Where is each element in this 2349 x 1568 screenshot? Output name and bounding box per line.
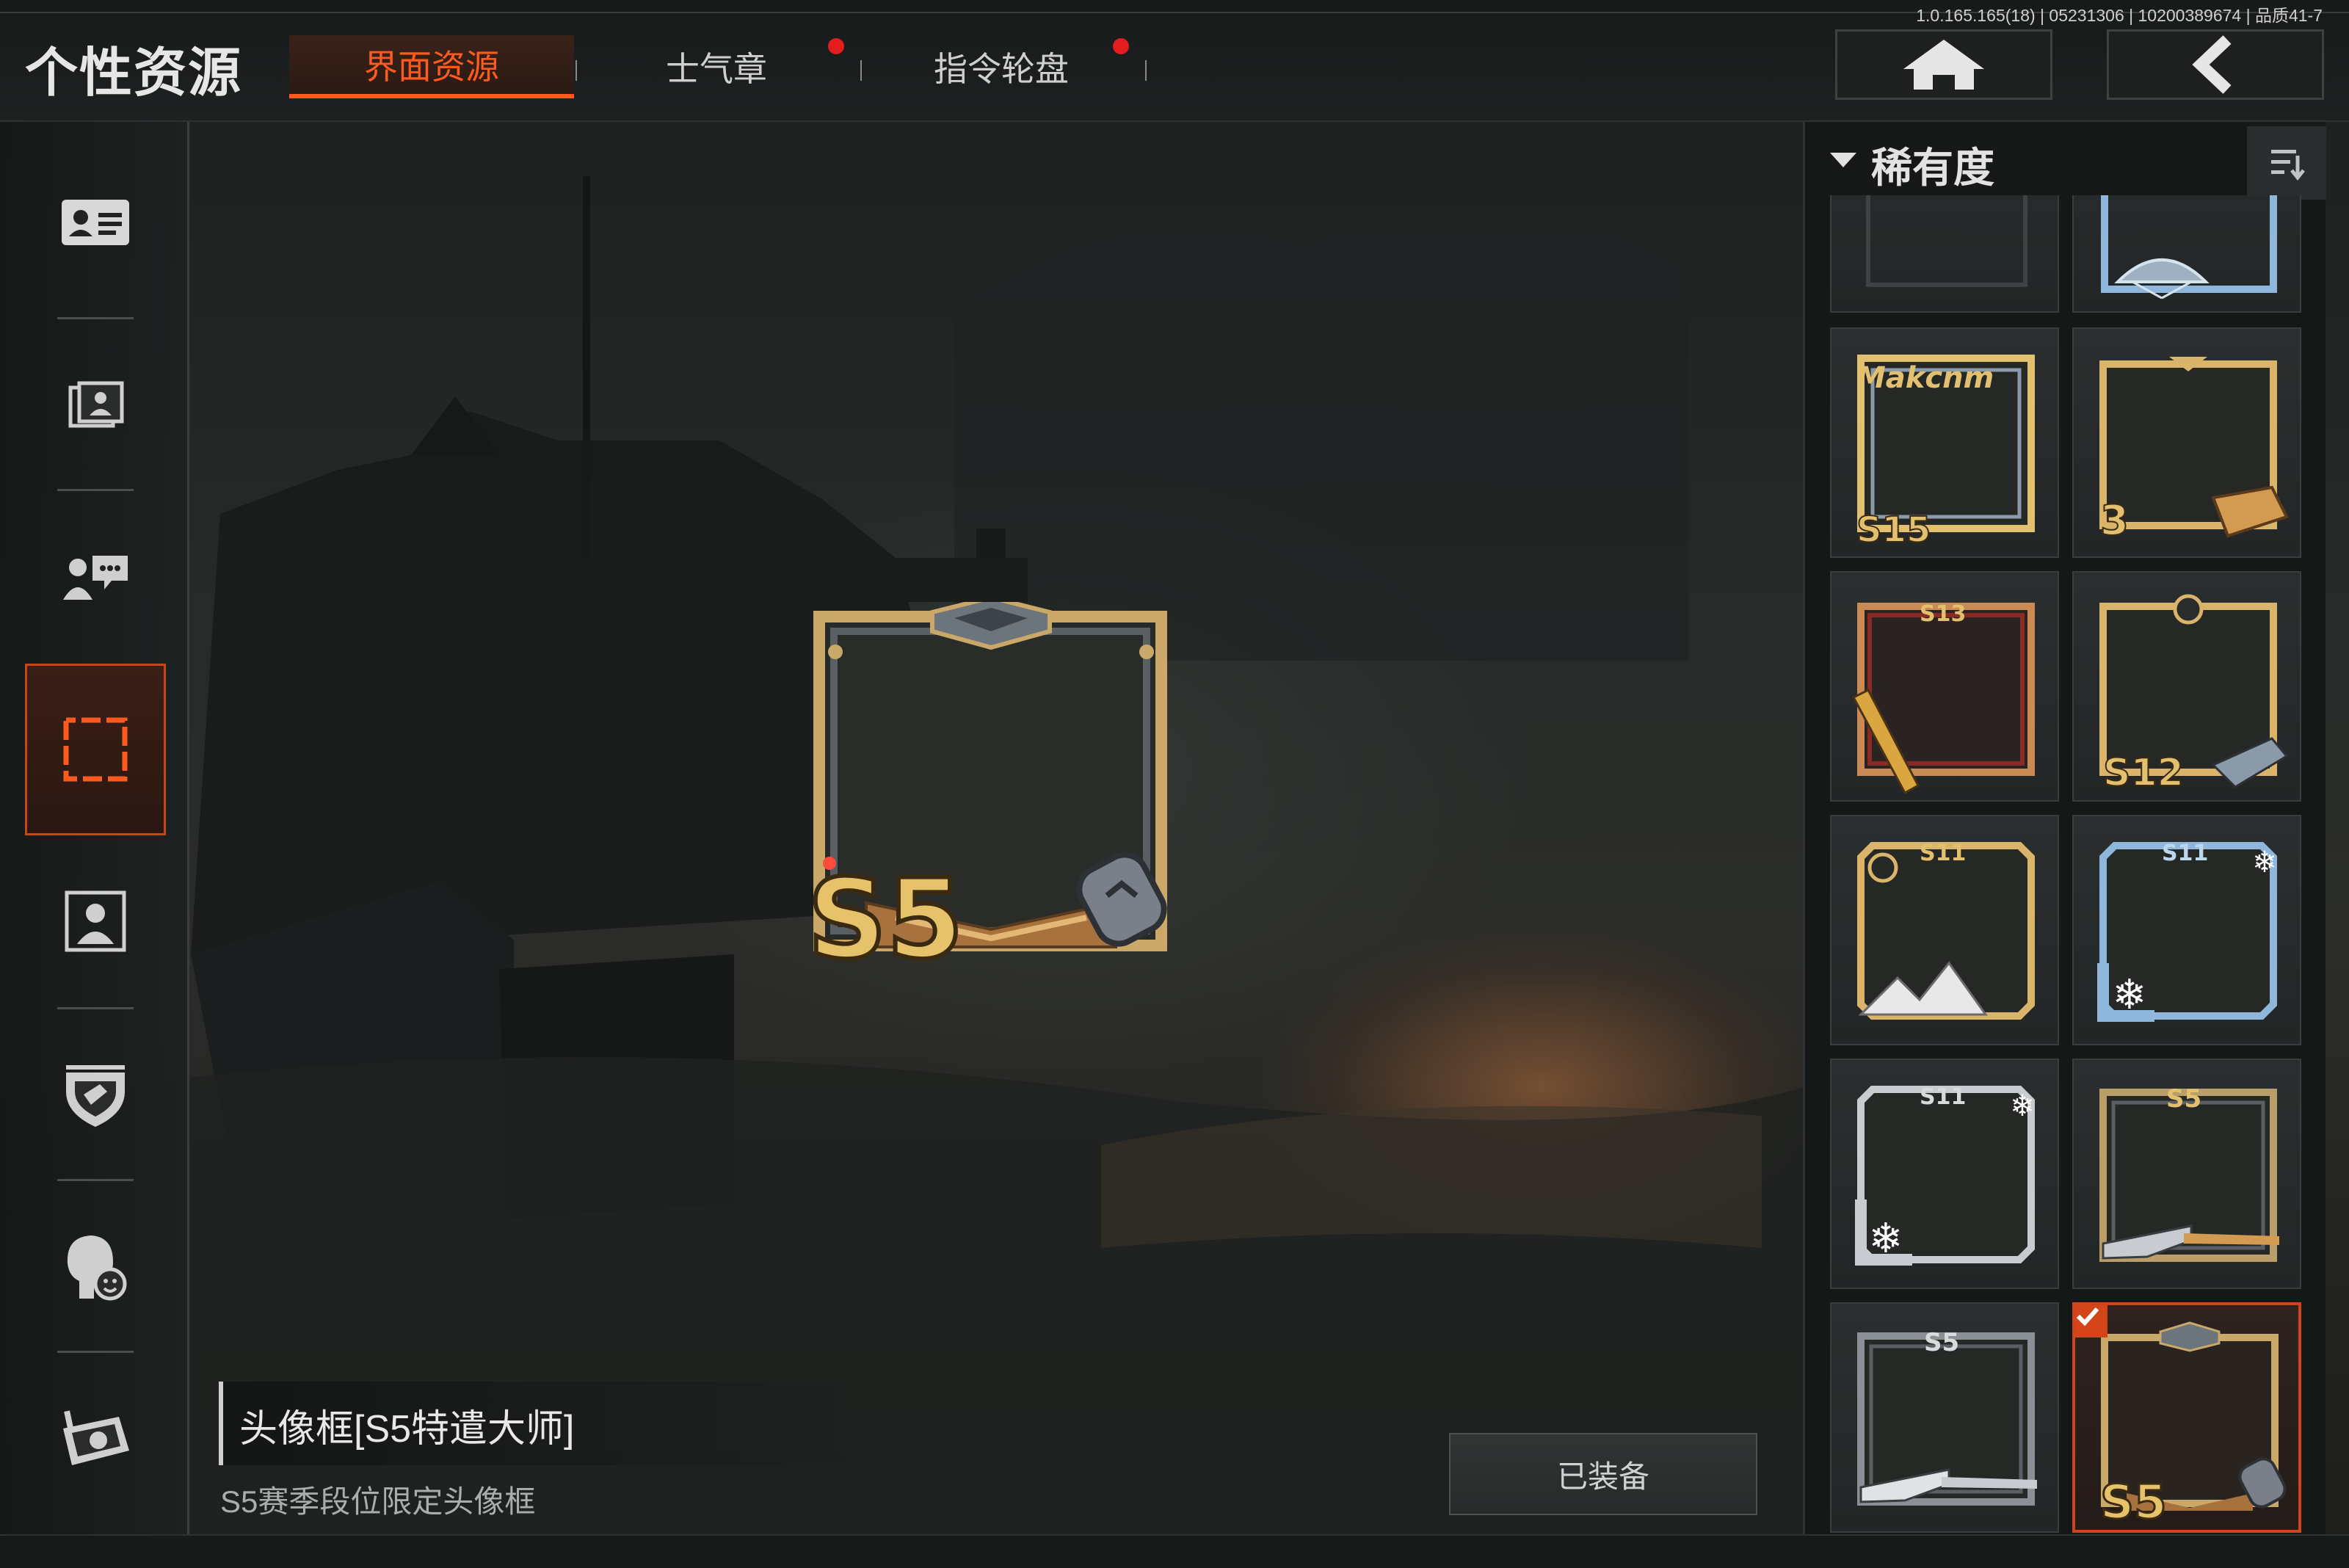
- s5-gold-frame-art: S5: [2099, 1084, 2279, 1262]
- grid-item-s5-silver[interactable]: S5: [1830, 1302, 2059, 1533]
- radio-device-icon: [63, 1410, 129, 1465]
- tab-morale-badge[interactable]: 士气章: [574, 35, 862, 98]
- rarity-filter-label[interactable]: 稀有度: [1871, 135, 1994, 195]
- sidebar-item-radio[interactable]: [25, 1354, 166, 1525]
- sidebar-item-avatar-frame[interactable]: [25, 664, 166, 835]
- sidebar-item-portrait[interactable]: [25, 835, 166, 1007]
- sidebar-separator: [57, 317, 134, 319]
- tab-label: 士气章: [666, 50, 767, 88]
- sidebar-separator: [57, 489, 134, 491]
- notification-dot: [828, 38, 844, 54]
- grid-item-s5-gold[interactable]: S5: [2072, 1059, 2301, 1289]
- head-emote-icon: [67, 1235, 127, 1301]
- tab-label: 界面资源: [364, 48, 499, 86]
- snowflake-icon: ❄: [2010, 1089, 2035, 1123]
- s5-master-frame-art: S5: [2099, 1321, 2287, 1531]
- back-button[interactable]: [2107, 29, 2324, 100]
- portrait-icon: [65, 890, 126, 952]
- tab-interface-resources[interactable]: 界面资源: [289, 35, 577, 98]
- grid-item-s5-master[interactable]: S5: [2072, 1302, 2301, 1533]
- s11-silver-frame-art: ❄ ❄ S11: [1855, 1084, 2035, 1266]
- chevron-down-icon[interactable]: [1829, 150, 1858, 170]
- back-arrow-icon: [2192, 35, 2232, 94]
- top-bar: 个性资源 界面资源 士气章 指令轮盘 1.0.165.165(18) | 052…: [0, 0, 2349, 122]
- sort-icon: [2271, 150, 2305, 181]
- home-button[interactable]: [1835, 29, 2052, 100]
- tab-label: 指令轮盘: [934, 50, 1069, 88]
- sidebar-separator: [57, 1179, 134, 1181]
- sidebar-item-photo-card[interactable]: [25, 320, 166, 492]
- s15-frame-art: Makcnm S15: [1856, 355, 2035, 551]
- s5-master-frame-art: S5: [805, 595, 1167, 986]
- snowflake-icon: ❄: [1869, 1215, 1903, 1263]
- sort-button[interactable]: [2247, 126, 2326, 200]
- frame-season-text: S11: [2162, 841, 2208, 866]
- chat-bubble-icon: [63, 556, 128, 600]
- s11-blue-frame-art: ❄ ❄ S11: [2097, 841, 2277, 1022]
- empty-frame-art: [1866, 195, 2027, 287]
- avatar-frame-preview: S5: [805, 595, 1174, 986]
- s5-silver-frame-art: S5: [1857, 1328, 2037, 1506]
- sidebar-item-emote[interactable]: [25, 1182, 166, 1354]
- grid-item-s11-silver[interactable]: ❄ ❄ S11: [1830, 1059, 2059, 1289]
- tab-divider: [1145, 60, 1147, 81]
- avatar-frame-icon: [63, 717, 128, 782]
- snowflake-icon: ❄: [2252, 846, 2277, 879]
- equip-status-button[interactable]: 已装备: [1449, 1433, 1757, 1515]
- grid-item-s11-blue[interactable]: ❄ ❄ S11: [2072, 815, 2301, 1045]
- frame-season-text: S5: [807, 856, 963, 969]
- grid-item-parachute[interactable]: [2072, 195, 2301, 313]
- page-title: 个性资源: [25, 44, 243, 103]
- sidebar-item-badge[interactable]: [25, 1010, 166, 1182]
- frame-season-text: S5: [2100, 1476, 2167, 1530]
- item-name: 头像框[S5特遣大师]: [239, 1408, 575, 1451]
- version-info: 1.0.165.165(18) | 05231306 | 10200389674…: [1916, 6, 2323, 25]
- item-title-bar: 头像框[S5特遣大师]: [219, 1382, 844, 1465]
- grid-item-s13[interactable]: S13: [1830, 571, 2059, 802]
- notification-dot: [1113, 38, 1129, 54]
- frame-season-text: S11: [1920, 841, 1966, 866]
- id-card-icon: [62, 200, 129, 245]
- sidebar-item-chat-bubble[interactable]: [25, 492, 166, 664]
- frame-season-text: S5: [2166, 1084, 2201, 1114]
- frame-tag-text: Makcnm: [1856, 361, 1994, 395]
- sidebar-separator: [57, 1007, 134, 1009]
- frame-list-panel: 稀有度 Makcnm S15 3 S13 S12 S11 ❄ ❄ S11 ❄ ❄…: [1803, 122, 2326, 1539]
- frame-season-text: S5: [1924, 1328, 1959, 1357]
- grid-item-s15[interactable]: Makcnm S15: [1830, 327, 2059, 558]
- bottom-strip: [0, 1534, 2349, 1568]
- frame-number-text: 3: [2100, 497, 2129, 545]
- s12-frame-art: S12: [2099, 594, 2289, 796]
- s13-frame-art: S13: [1851, 601, 2035, 795]
- grid-item-crate[interactable]: 3: [2072, 327, 2301, 558]
- item-description: S5赛季段位限定头像框: [220, 1484, 536, 1519]
- category-sidebar: [0, 122, 189, 1539]
- frame-season-text: S11: [1920, 1084, 1966, 1110]
- badge-shield-icon: [66, 1065, 125, 1127]
- parachute-frame-art: [2101, 195, 2277, 300]
- panel-header: 稀有度: [1805, 122, 2328, 200]
- frame-season-text: S12: [2103, 751, 2184, 795]
- frame-season-text: S13: [1920, 601, 1966, 627]
- s11-gold-frame-art: S11: [1857, 841, 2035, 1020]
- crate-frame-art: 3: [2099, 357, 2289, 545]
- home-icon: [1903, 40, 1984, 90]
- frame-season-text: S15: [1856, 509, 1931, 551]
- grid-item-blank[interactable]: [1830, 195, 2059, 313]
- equipped-check-icon: [2075, 1305, 2107, 1337]
- tab-command-wheel[interactable]: 指令轮盘: [859, 35, 1147, 98]
- grid-item-s11-gold[interactable]: S11: [1830, 815, 2059, 1045]
- photo-card-icon: [68, 381, 124, 428]
- snowflake-icon: ❄: [2113, 971, 2147, 1019]
- sidebar-separator: [57, 1351, 134, 1353]
- frame-grid: Makcnm S15 3 S13 S12 S11 ❄ ❄ S11 ❄ ❄ S11…: [1830, 195, 2326, 1539]
- grid-item-s12[interactable]: S12: [2072, 571, 2301, 802]
- sidebar-item-id-card[interactable]: [25, 137, 166, 308]
